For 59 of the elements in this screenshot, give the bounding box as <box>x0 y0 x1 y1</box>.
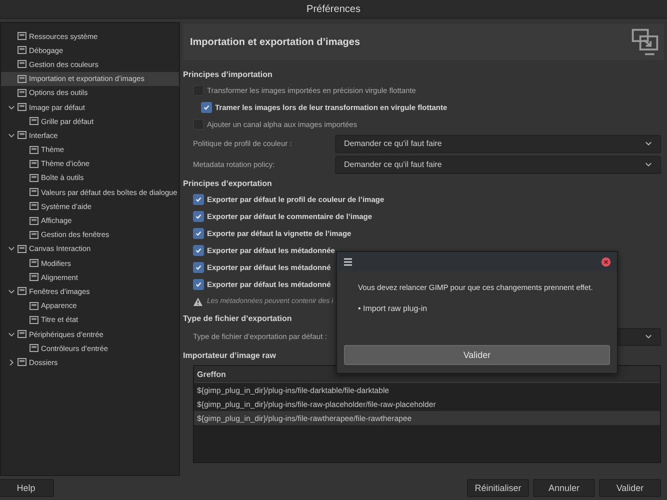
section-heading: Type de fichier d’exportation <box>183 312 292 325</box>
close-icon[interactable] <box>601 256 611 266</box>
checkbox[interactable] <box>193 245 204 256</box>
chevron-icon <box>645 161 652 168</box>
checkbox[interactable] <box>193 262 204 273</box>
section-heading: Principes d’importation <box>183 68 272 81</box>
panel-icon <box>29 158 39 169</box>
panel-icon <box>29 201 39 212</box>
checkbox[interactable] <box>193 211 204 222</box>
dropdown[interactable]: Demander ce qu’il faut faire <box>335 156 661 174</box>
monitor-arrow-icon <box>630 27 660 57</box>
checkmark-icon <box>195 230 202 237</box>
section-heading: Importateur d’image raw <box>183 350 276 362</box>
section-heading: Principes d’exportation <box>183 178 272 190</box>
chevron-icon <box>645 333 652 340</box>
panel-icon <box>29 116 39 126</box>
help-button[interactable]: Help <box>0 479 54 497</box>
panel-icon <box>17 102 27 112</box>
panel-icon <box>29 343 39 354</box>
panel-icon <box>29 314 39 325</box>
checkmark-icon <box>195 247 202 254</box>
warning-icon <box>193 296 203 306</box>
checkbox[interactable] <box>201 102 212 113</box>
panel-icon <box>17 329 27 340</box>
page-title: Importation et exportation d’images <box>190 36 360 48</box>
panel-icon <box>17 130 27 140</box>
checkmark-icon <box>195 264 202 271</box>
menu-icon[interactable] <box>343 256 353 266</box>
dialog-button[interactable]: Valider <box>599 479 661 497</box>
panel-icon <box>29 272 39 282</box>
dialog-button[interactable]: Annuler <box>533 479 595 497</box>
chevron-icon <box>645 140 652 147</box>
panel-icon <box>17 88 27 98</box>
dialog-button[interactable]: Réinitialiser <box>467 479 529 497</box>
checkmark-icon <box>195 281 202 288</box>
panel-icon <box>17 357 27 368</box>
panel-icon <box>17 31 27 42</box>
panel-icon <box>17 59 27 70</box>
checkmark-icon <box>195 196 202 203</box>
panel-icon <box>29 172 39 183</box>
panel-icon <box>29 258 39 268</box>
checkbox[interactable] <box>193 194 204 205</box>
dialog-list-item: • Import raw plug-in <box>358 304 428 313</box>
checkmark-icon <box>195 213 202 220</box>
panel-icon <box>29 144 39 155</box>
panel-icon <box>29 230 39 240</box>
panel-icon <box>29 216 39 226</box>
checkbox[interactable] <box>193 279 204 290</box>
panel-icon <box>29 300 39 311</box>
confirm-button[interactable]: Valider <box>344 345 610 365</box>
dropdown[interactable]: Demander ce qu’il faut faire <box>335 134 661 152</box>
checkmark-icon <box>203 104 210 111</box>
checkbox[interactable] <box>193 228 204 239</box>
window-title: Préférences <box>306 4 360 14</box>
panel-icon <box>17 244 27 254</box>
panel-icon <box>29 187 39 198</box>
panel-icon <box>17 286 27 296</box>
panel-icon <box>17 74 27 84</box>
panel-icon <box>17 45 27 56</box>
